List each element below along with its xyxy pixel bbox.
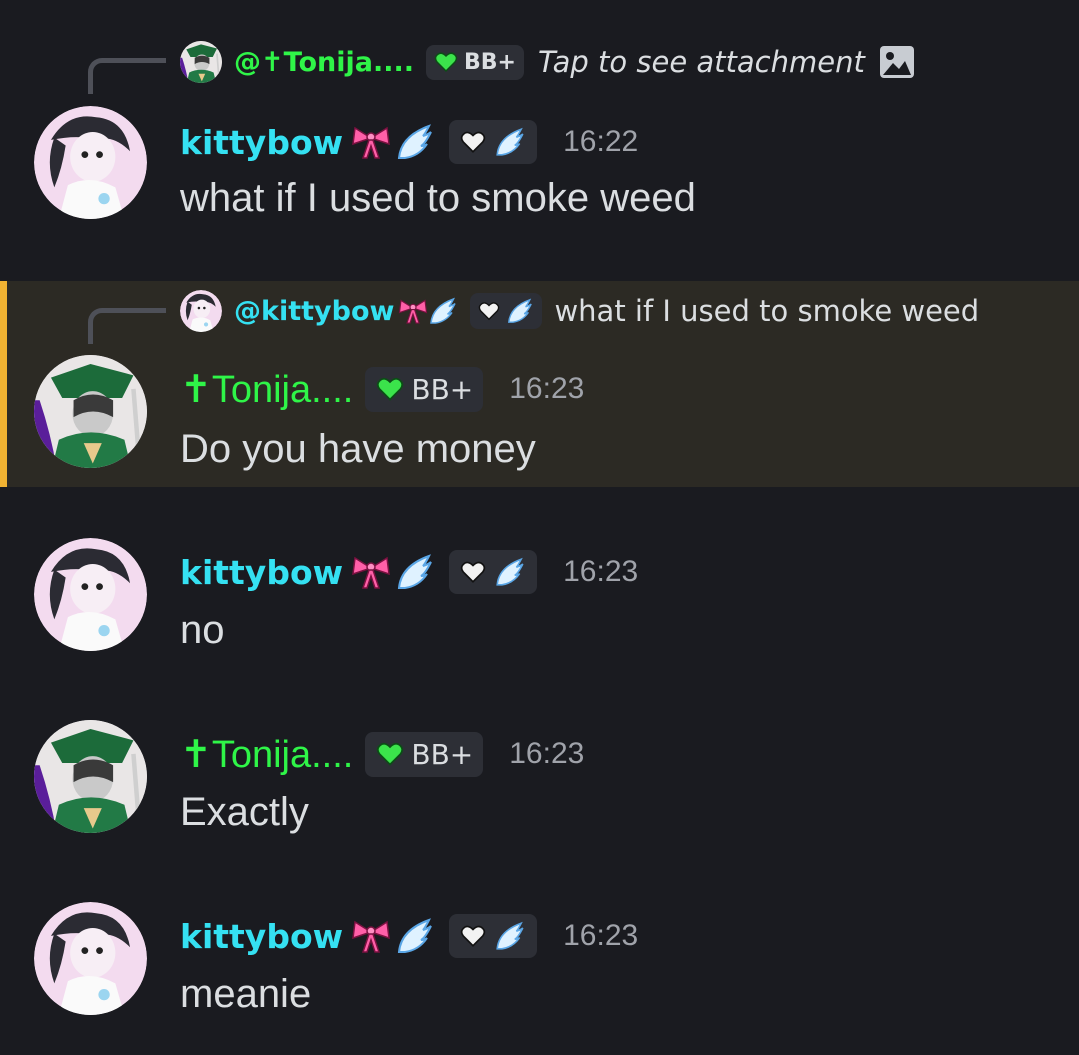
- wing-icon: [496, 922, 524, 950]
- avatar[interactable]: [34, 355, 147, 468]
- reply-preview[interactable]: @✝Tonija.... BB+ Tap to see attachment: [180, 40, 915, 84]
- decorations: [349, 122, 437, 162]
- message-header: kittybow 16:23: [180, 908, 638, 964]
- message: kittybow 16:23 no: [0, 530, 1079, 670]
- role-tag-label: BB+: [463, 49, 516, 75]
- message-highlighted: @kittybow what if I used to smoke weed ✝…: [0, 281, 1079, 487]
- role-tag-label: BB+: [411, 737, 474, 771]
- wing-icon: [398, 125, 433, 159]
- author-name[interactable]: ✝Tonija....: [180, 367, 353, 412]
- avatar[interactable]: [180, 290, 222, 332]
- role-tag-label: BB+: [411, 372, 474, 406]
- message: @✝Tonija.... BB+ Tap to see attachment k…: [0, 0, 1079, 270]
- reply-connector: [88, 58, 166, 94]
- wing-icon: [398, 919, 433, 953]
- white-heart-icon: [479, 302, 500, 320]
- message: kittybow 16:23 meanie: [0, 894, 1079, 1034]
- wing-icon: [398, 555, 433, 589]
- decorations: [398, 296, 458, 326]
- avatar[interactable]: [34, 720, 147, 833]
- message-header: ✝Tonija.... BB+ 16:23: [180, 361, 584, 417]
- avatar[interactable]: [180, 41, 222, 83]
- decorations: [349, 916, 437, 956]
- green-heart-icon: [377, 742, 404, 766]
- wing-icon: [508, 299, 533, 323]
- message-text: what if I used to smoke weed: [180, 176, 696, 220]
- badge: [449, 550, 538, 594]
- avatar[interactable]: [34, 902, 147, 1015]
- author-name[interactable]: ✝Tonija....: [180, 732, 353, 777]
- author-name[interactable]: kittybow: [180, 553, 343, 592]
- green-heart-icon: [377, 377, 404, 401]
- white-heart-icon: [460, 925, 486, 947]
- timestamp: 16:23: [563, 919, 639, 952]
- role-tag: BB+: [425, 44, 524, 80]
- white-heart-icon: [460, 561, 486, 583]
- role-tag: BB+: [365, 731, 484, 777]
- bow-icon: [352, 127, 390, 159]
- reply-text: what if I used to smoke weed: [554, 294, 980, 328]
- wing-icon: [496, 558, 524, 586]
- timestamp: 16:22: [563, 125, 639, 158]
- green-heart-icon: [434, 52, 458, 72]
- badge: [449, 120, 538, 164]
- avatar[interactable]: [34, 538, 147, 651]
- bow-icon: [352, 921, 390, 953]
- bow-icon: [399, 299, 428, 324]
- badge: [470, 293, 543, 329]
- author-name[interactable]: kittybow: [180, 917, 343, 956]
- message-text: Exactly: [180, 790, 309, 834]
- message-text: Do you have money: [180, 427, 536, 471]
- reply-author-name[interactable]: @✝Tonija....: [234, 47, 414, 78]
- wing-icon: [430, 298, 457, 324]
- reply-connector: [88, 308, 166, 344]
- message-header: ✝Tonija.... BB+ 16:23: [180, 726, 584, 782]
- white-heart-icon: [460, 131, 486, 153]
- timestamp: 16:23: [563, 555, 639, 588]
- badge: [449, 914, 538, 958]
- role-tag: BB+: [365, 366, 484, 412]
- message-header: kittybow 16:22: [180, 114, 638, 170]
- wing-icon: [496, 128, 524, 156]
- reply-text: Tap to see attachment: [537, 45, 865, 79]
- message-text: no: [180, 608, 225, 652]
- timestamp: 16:23: [509, 737, 585, 770]
- reply-author-name[interactable]: @kittybow: [234, 296, 394, 327]
- avatar[interactable]: [34, 106, 147, 219]
- bow-icon: [352, 557, 390, 589]
- author-name[interactable]: kittybow: [180, 123, 343, 162]
- message-text: meanie: [180, 972, 312, 1016]
- image-icon: [879, 46, 914, 78]
- timestamp: 16:23: [509, 372, 585, 405]
- reply-preview[interactable]: @kittybow what if I used to smoke weed: [180, 289, 979, 333]
- decorations: [349, 552, 437, 592]
- message: ✝Tonija.... BB+ 16:23 Exactly: [0, 712, 1079, 852]
- message-header: kittybow 16:23: [180, 544, 638, 600]
